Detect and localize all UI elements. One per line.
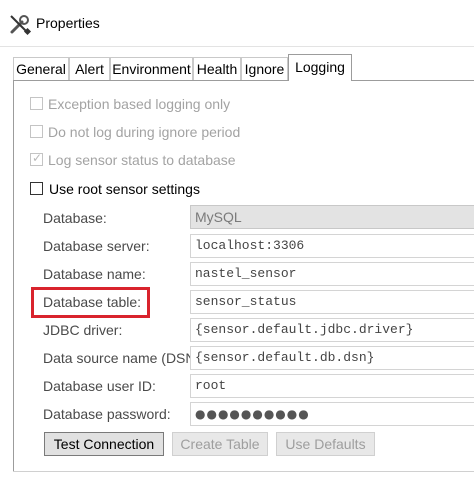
tab-health[interactable]: Health bbox=[193, 57, 241, 80]
database-server-input[interactable]: localhost:3306 bbox=[190, 234, 474, 258]
test-connection-button[interactable]: Test Connection bbox=[44, 432, 164, 456]
panel-left-border bbox=[13, 80, 14, 472]
password-label: Database password: bbox=[43, 406, 171, 422]
user-id-label: Database user ID: bbox=[43, 378, 156, 394]
highlight-annotation bbox=[31, 287, 150, 318]
exception-logging-label: Exception based logging only bbox=[48, 96, 231, 112]
panel-bottom-border bbox=[13, 471, 474, 472]
jdbc-driver-label: JDBC driver: bbox=[43, 322, 123, 338]
root-settings-label: Use root sensor settings bbox=[49, 181, 200, 197]
tab-environment[interactable]: Environment bbox=[110, 57, 193, 80]
database-table-input[interactable]: sensor_status bbox=[190, 290, 474, 314]
tab-logging[interactable]: Logging bbox=[288, 54, 352, 81]
database-name-label: Database name: bbox=[43, 266, 146, 282]
database-server-label: Database server: bbox=[43, 238, 150, 254]
use-defaults-button[interactable]: Use Defaults bbox=[276, 432, 375, 456]
title-bar: Properties bbox=[0, 0, 474, 46]
tab-general[interactable]: General bbox=[13, 57, 69, 80]
panel-top-border bbox=[13, 80, 474, 81]
checkmark-icon: ✓ bbox=[32, 151, 43, 165]
window-title: Properties bbox=[36, 15, 100, 31]
dsn-label: Data source name (DSN): bbox=[43, 350, 205, 366]
title-separator bbox=[0, 46, 474, 47]
log-status-label: Log sensor status to database bbox=[48, 152, 236, 168]
create-table-button[interactable]: Create Table bbox=[172, 432, 268, 456]
user-id-input[interactable]: root bbox=[190, 374, 474, 398]
dsn-input[interactable]: {sensor.default.db.dsn} bbox=[190, 346, 474, 370]
tab-alert[interactable]: Alert bbox=[69, 57, 110, 80]
wrench-screwdriver-icon bbox=[8, 12, 32, 36]
tab-ignore[interactable]: Ignore bbox=[241, 57, 288, 80]
root-settings-checkbox[interactable] bbox=[30, 182, 43, 195]
database-select[interactable]: MySQL bbox=[190, 205, 474, 229]
log-status-checkbox[interactable]: ✓ bbox=[30, 151, 43, 166]
ignore-period-label: Do not log during ignore period bbox=[48, 124, 241, 140]
database-name-input[interactable]: nastel_sensor bbox=[190, 262, 474, 286]
password-input[interactable]: ●●●●●●●●●● bbox=[190, 402, 474, 426]
ignore-period-checkbox[interactable] bbox=[30, 125, 43, 138]
jdbc-driver-input[interactable]: {sensor.default.jdbc.driver} bbox=[190, 318, 474, 342]
exception-logging-checkbox[interactable] bbox=[30, 97, 43, 110]
database-label: Database: bbox=[43, 210, 107, 226]
